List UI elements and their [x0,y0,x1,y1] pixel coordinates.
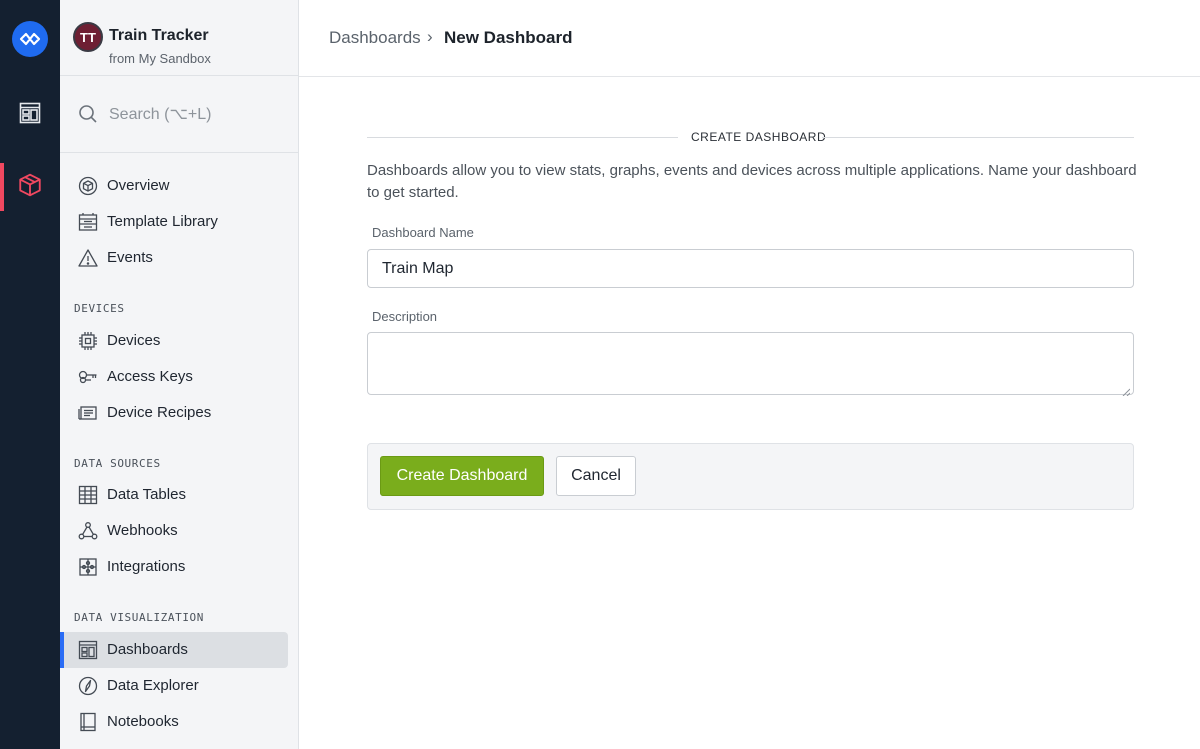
brand-logo-icon[interactable] [12,21,48,57]
sidebar-item-label: Notebooks [107,713,179,730]
notebook-icon [78,712,98,732]
sidebar-item-label: Devices [107,332,161,349]
section-title-data-sources: DATA SOURCES [74,457,161,470]
sidebar-item-label: Access Keys [107,368,193,385]
sidebar-item-webhooks[interactable]: Webhooks [60,513,288,549]
breadcrumb-parent-link[interactable]: Dashboards [329,28,421,48]
sidebar-item-label: Template Library [107,213,218,230]
section-title: CREATE DASHBOARD [691,130,827,144]
cancel-button[interactable]: Cancel [556,456,636,496]
search-placeholder: Search (⌥+L) [109,106,212,123]
description-label: Description [372,309,438,324]
puzzle-icon [78,557,98,577]
form-description: Dashboards allow you to view stats, grap… [367,162,1137,201]
warning-triangle-icon [78,248,98,268]
app-header[interactable]: TT Train Tracker from My Sandbox [60,0,299,76]
search-box[interactable]: Search (⌥+L) [60,76,299,153]
sidebar-item-label: Dashboards [107,641,188,658]
description-textarea[interactable] [367,332,1134,397]
app-name: Train Tracker [109,27,209,44]
sidebar-item-events[interactable]: Events [60,240,288,276]
sidebar-item-label: Events [107,249,153,266]
sidebar: TT Train Tracker from My Sandbox Search … [60,0,299,749]
sidebar-item-devices[interactable]: Devices [60,323,288,359]
resize-handle-icon[interactable] [1122,383,1131,397]
sidebar-item-access-keys[interactable]: Access Keys [60,359,288,395]
section-title-data-visualization: DATA VISUALIZATION [74,611,205,624]
sidebar-item-template-library[interactable]: Template Library [60,204,288,240]
form-actions: Create Dashboard Cancel [367,443,1134,510]
sidebar-item-data-tables[interactable]: Data Tables [60,477,288,513]
sidebar-item-dashboards[interactable]: Dashboards [60,632,288,668]
dashboard-panel-icon [18,101,42,130]
key-icon [78,367,98,387]
section-title-devices: DEVICES [74,302,125,315]
cube-icon [17,172,43,203]
search-icon [78,104,98,129]
dashboard-name-input[interactable] [367,249,1134,288]
template-library-icon [78,212,98,232]
sidebar-item-device-recipes[interactable]: Device Recipes [60,395,288,431]
app-avatar: TT [73,22,103,52]
sidebar-item-notebooks[interactable]: Notebooks [60,704,288,740]
page-title: New Dashboard [444,28,573,47]
chip-icon [78,331,98,351]
recipe-icon [78,403,98,423]
breadcrumb-separator: › [427,27,433,46]
dashboard-name-label: Dashboard Name [372,225,474,240]
dashboard-icon [78,640,98,660]
package-circle-icon [78,176,98,196]
rail-projects-button[interactable] [0,163,60,211]
create-dashboard-button[interactable]: Create Dashboard [380,456,544,496]
sidebar-item-label: Integrations [107,558,186,575]
section-divider-left [367,137,678,138]
app-rail [0,0,60,749]
sidebar-item-label: Data Tables [107,486,186,503]
breadcrumb: Dashboards › New Dashboard [299,0,1200,77]
sidebar-item-label: Data Explorer [107,677,199,694]
sidebar-item-data-explorer[interactable]: Data Explorer [60,668,288,704]
sidebar-item-label: Overview [107,177,170,194]
rail-dashboards-button[interactable] [0,91,60,139]
section-divider-right [822,137,1134,138]
sidebar-item-label: Device Recipes [107,404,212,421]
sidebar-item-label: Webhooks [107,522,178,539]
table-icon [78,485,98,505]
app-subtitle: from My Sandbox [109,51,211,66]
avatar-text: TT [80,29,96,45]
sidebar-item-integrations[interactable]: Integrations [60,549,288,585]
sidebar-item-overview[interactable]: Overview [60,168,288,204]
webhook-icon [78,521,98,541]
compass-icon [78,676,98,696]
